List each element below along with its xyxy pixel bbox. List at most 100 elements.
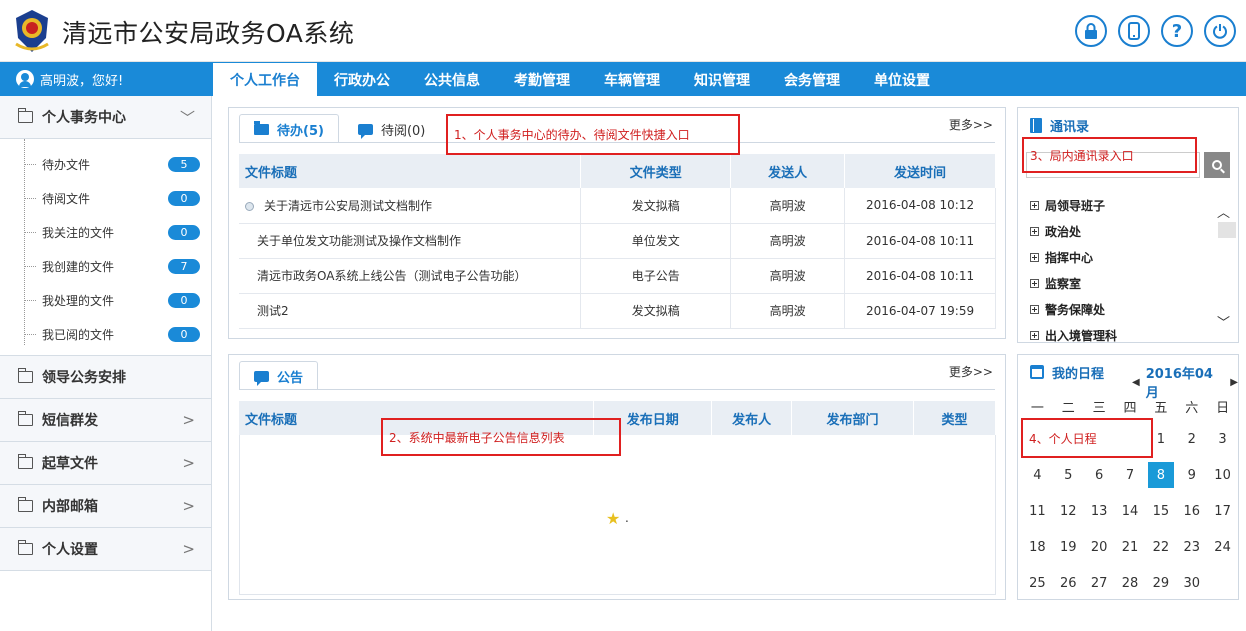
sidebar-group-personal-center[interactable]: 个人事务中心 ﹀ [0, 96, 211, 139]
calendar-day[interactable]: 21 [1115, 529, 1146, 565]
nav-tab-attendance[interactable]: 考勤管理 [497, 63, 587, 96]
expand-plus-icon[interactable] [1030, 304, 1039, 314]
tree-item-department[interactable]: 监察室 [1030, 270, 1210, 296]
tab-todo[interactable]: 待办(5) [239, 114, 339, 143]
contacts-title[interactable]: 通讯录 [1050, 116, 1089, 135]
calendar-day[interactable]: 11 [1022, 493, 1053, 529]
calendar-day[interactable]: 24 [1207, 529, 1238, 565]
sidebar-group-sms[interactable]: 短信群发 > [0, 399, 211, 442]
expand-plus-icon[interactable] [1030, 330, 1039, 340]
calendar-day[interactable]: 15 [1145, 493, 1176, 529]
count-badge: 0 [168, 292, 200, 308]
calendar-day[interactable]: 4 [1022, 457, 1053, 493]
scroll-down-icon[interactable]: ﹀ [1217, 312, 1230, 331]
search-button[interactable] [1204, 152, 1230, 178]
more-link[interactable]: 更多>> [949, 363, 993, 380]
sidebar-item-toread-files[interactable]: 待阅文件 0 [0, 181, 211, 215]
calendar-day[interactable]: 13 [1084, 493, 1115, 529]
calendar-day[interactable]: 8 [1145, 457, 1176, 493]
folder-icon [17, 497, 33, 512]
help-icon[interactable]: ? [1161, 15, 1193, 47]
calendar-day[interactable]: 27 [1084, 565, 1115, 601]
nav-tab-unit-settings[interactable]: 单位设置 [857, 63, 947, 96]
chevron-down-icon: ﹀ [179, 108, 195, 127]
calendar-day[interactable]: 16 [1176, 493, 1207, 529]
nav-tab-vehicles[interactable]: 车辆管理 [587, 63, 677, 96]
lock-icon[interactable] [1075, 15, 1107, 47]
tree-item-department[interactable]: 局领导班子 [1030, 192, 1210, 218]
sidebar-item-label: 待阅文件 [42, 191, 91, 206]
column-header-publisher[interactable]: 发布人 [711, 401, 793, 435]
calendar-day[interactable]: 6 [1084, 457, 1115, 493]
calendar-day[interactable]: 9 [1176, 457, 1207, 493]
column-header-type[interactable]: 类型 [913, 401, 996, 435]
calendar-day[interactable]: 7 [1115, 457, 1146, 493]
table-row[interactable]: 测试2 发文拟稿 高明波 2016-04-07 19:59 [239, 293, 996, 329]
tree-item-department[interactable]: 警务保障处 [1030, 296, 1210, 322]
tab-notice[interactable]: 公告 [239, 361, 319, 390]
nav-tab-meetings[interactable]: 会务管理 [767, 63, 857, 96]
calendar-day[interactable]: 19 [1053, 529, 1084, 565]
file-title-cell[interactable]: 清远市政务OA系统上线公告（测试电子公告功能） [239, 258, 582, 294]
sidebar-group-mailbox[interactable]: 内部邮箱 > [0, 485, 211, 528]
nav-tab-public-info[interactable]: 公共信息 [407, 63, 497, 96]
nav-tab-knowledge[interactable]: 知识管理 [677, 63, 767, 96]
table-row[interactable]: 清远市政务OA系统上线公告（测试电子公告功能） 电子公告 高明波 2016-04… [239, 258, 996, 294]
weekday-label: 四 [1123, 400, 1137, 416]
expand-plus-icon[interactable] [1030, 252, 1039, 262]
tab-divider [239, 389, 995, 390]
scroll-up-icon[interactable]: ︿ [1217, 202, 1230, 221]
table-row[interactable]: 关于清远市公安局测试文档制作 发文拟稿 高明波 2016-04-08 10:12 [239, 188, 996, 224]
calendar-day[interactable]: 20 [1084, 529, 1115, 565]
calendar-day[interactable]: 25 [1022, 565, 1053, 601]
sidebar-group-personal-settings[interactable]: 个人设置 > [0, 528, 211, 571]
calendar-day[interactable]: 3 [1207, 421, 1238, 457]
calendar-day[interactable]: 22 [1145, 529, 1176, 565]
tree-item-department[interactable]: 指挥中心 [1030, 244, 1210, 270]
calendar-day[interactable]: 2 [1176, 421, 1207, 457]
power-icon[interactable] [1204, 15, 1236, 47]
expand-plus-icon[interactable] [1030, 200, 1039, 210]
more-link[interactable]: 更多>> [949, 116, 993, 133]
table-row[interactable]: 关于单位发文功能测试及操作文档制作 单位发文 高明波 2016-04-08 10… [239, 223, 996, 259]
calendar-day[interactable]: 12 [1053, 493, 1084, 529]
calendar-day[interactable]: 26 [1053, 565, 1084, 601]
calendar-day[interactable]: 28 [1115, 565, 1146, 601]
sidebar-item-created-files[interactable]: 我创建的文件 7 [0, 249, 211, 283]
sidebar-item-todo-files[interactable]: 待办文件 5 [0, 147, 211, 181]
column-header-sender[interactable]: 发送人 [730, 154, 846, 188]
calendar-day[interactable]: 5 [1053, 457, 1084, 493]
calendar-day[interactable]: 14 [1115, 493, 1146, 529]
calendar-day[interactable]: 18 [1022, 529, 1053, 565]
file-title-cell[interactable]: 关于单位发文功能测试及操作文档制作 [239, 223, 582, 259]
calendar-day[interactable]: 29 [1145, 565, 1176, 601]
nav-tab-workbench[interactable]: 个人工作台 [213, 63, 317, 96]
sidebar-item-read-files[interactable]: 我已阅的文件 0 [0, 317, 211, 351]
sidebar-group-draft[interactable]: 起草文件 > [0, 442, 211, 485]
prev-month-icon[interactable]: ◀ [1132, 377, 1140, 388]
column-header-title[interactable]: 文件标题 [239, 154, 582, 188]
expand-plus-icon[interactable] [1030, 278, 1039, 288]
nav-tab-admin-office[interactable]: 行政办公 [317, 63, 407, 96]
calendar-day[interactable]: 10 [1207, 457, 1238, 493]
calendar-day[interactable]: 30 [1176, 565, 1207, 601]
sidebar-group-leader-schedule[interactable]: 领导公务安排 [0, 356, 211, 399]
file-title[interactable]: 关于清远市公安局测试文档制作 [264, 199, 432, 213]
calendar-day[interactable]: 23 [1176, 529, 1207, 565]
file-title-cell[interactable]: 测试2 [239, 293, 582, 329]
column-header-type[interactable]: 文件类型 [580, 154, 732, 188]
column-header-department[interactable]: 发布部门 [791, 401, 915, 435]
weekday-label: 三 [1092, 400, 1106, 416]
mobile-icon[interactable] [1118, 15, 1150, 47]
expand-plus-icon[interactable] [1030, 226, 1039, 236]
sidebar-item-handled-files[interactable]: 我处理的文件 0 [0, 283, 211, 317]
next-month-icon[interactable]: ▶ [1230, 377, 1238, 388]
scrollbar-thumb[interactable] [1218, 222, 1236, 238]
tab-toread[interactable]: 待阅(0) [343, 114, 440, 143]
column-header-time[interactable]: 发送时间 [844, 154, 996, 188]
tree-item-department[interactable]: 政治处 [1030, 218, 1210, 244]
calendar-day[interactable]: 17 [1207, 493, 1238, 529]
tree-item-department[interactable]: 出入境管理科 [1030, 322, 1210, 348]
sidebar-item-followed-files[interactable]: 我关注的文件 0 [0, 215, 211, 249]
file-title-cell[interactable]: 关于清远市公安局测试文档制作 [239, 188, 582, 224]
